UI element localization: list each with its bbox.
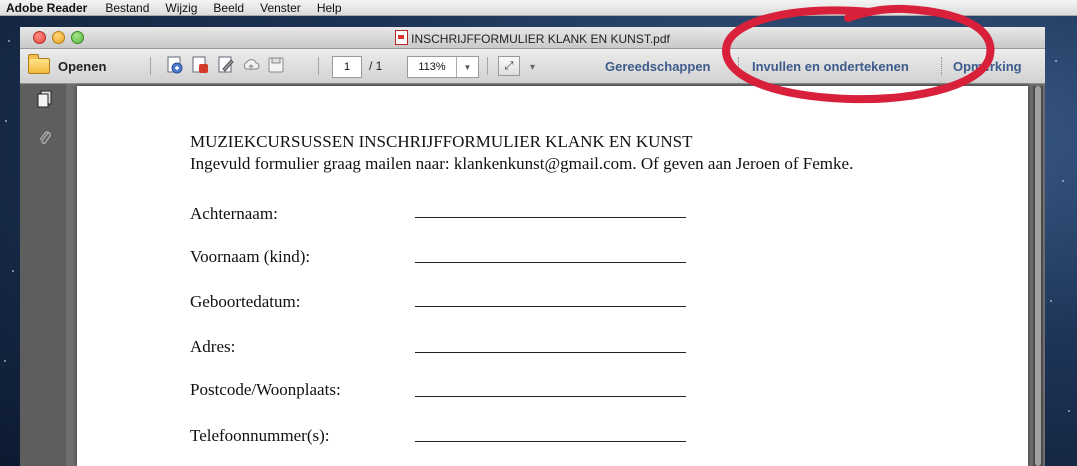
open-label: Openen xyxy=(58,58,107,74)
open-button[interactable]: Openen xyxy=(28,54,107,77)
toolbar-separator xyxy=(738,57,739,75)
create-pdf-icon[interactable] xyxy=(165,55,185,75)
toolbar-separator xyxy=(318,57,319,75)
field-line-voornaam[interactable] xyxy=(415,262,686,263)
toolbar-separator xyxy=(150,57,151,75)
page-total: / 1 xyxy=(369,59,383,73)
toolbar-overflow-icon[interactable]: ▾ xyxy=(530,56,535,78)
export-pdf-icon[interactable] xyxy=(190,55,210,75)
navigation-sidebar xyxy=(20,84,66,466)
fill-and-sign-button[interactable]: Invullen en ondertekenen xyxy=(752,59,909,74)
folder-icon xyxy=(28,54,50,74)
field-label-voornaam: Voornaam (kind): xyxy=(190,247,311,266)
pdf-file-icon xyxy=(395,30,409,45)
menu-bestand[interactable]: Bestand xyxy=(97,1,157,15)
field-label-telefoon: Telefoonnummer(s): xyxy=(190,426,330,445)
vertical-scrollbar[interactable] xyxy=(1033,86,1043,466)
field-line-adres[interactable] xyxy=(415,352,686,353)
menu-help[interactable]: Help xyxy=(309,1,350,15)
field-line-geboortedatum[interactable] xyxy=(415,306,686,307)
toolbar-separator xyxy=(487,57,488,75)
window-title-text: INSCHRIJFFORMULIER KLANK EN KUNST.pdf xyxy=(411,32,670,46)
comment-button[interactable]: Opmerking xyxy=(953,59,1022,74)
field-label-adres: Adres: xyxy=(190,337,236,356)
app-menu[interactable]: Adobe Reader xyxy=(0,1,97,15)
tools-button[interactable]: Gereedschappen xyxy=(605,59,711,74)
field-label-achternaam: Achternaam: xyxy=(190,204,278,223)
document-title: MUZIEKCURSUSSEN INSCHRIJFFORMULIER KLANK… xyxy=(190,132,693,151)
chevron-down-icon[interactable]: ▼ xyxy=(456,57,478,77)
page-thumbnails-icon[interactable] xyxy=(37,90,53,108)
save-icon[interactable] xyxy=(266,55,286,75)
toolbar: Openen 1 / 1 113% ▼ ⤢ ▾ Gereedschappen I… xyxy=(20,49,1045,84)
edit-pdf-icon[interactable] xyxy=(216,55,236,75)
page-number-input[interactable]: 1 xyxy=(332,56,362,78)
field-line-achternaam[interactable] xyxy=(415,217,686,218)
zoom-value: 113% xyxy=(418,61,446,73)
toolbar-separator xyxy=(941,57,942,75)
pdf-page: MUZIEKCURSUSSEN INSCHRIJFFORMULIER KLANK… xyxy=(77,86,1028,466)
field-line-telefoon[interactable] xyxy=(415,441,686,442)
attachments-icon[interactable] xyxy=(37,129,53,147)
menu-beeld[interactable]: Beeld xyxy=(205,1,252,15)
menu-venster[interactable]: Venster xyxy=(252,1,309,15)
fullscreen-icon[interactable]: ⤢ xyxy=(498,56,520,76)
window-titlebar: INSCHRIJFFORMULIER KLANK EN KUNST.pdf xyxy=(20,27,1045,49)
zoom-select[interactable]: 113% ▼ xyxy=(407,56,479,78)
menu-wijzig[interactable]: Wijzig xyxy=(157,1,205,15)
field-line-postcode[interactable] xyxy=(415,396,686,397)
field-label-geboortedatum: Geboortedatum: xyxy=(190,292,301,311)
field-label-postcode: Postcode/Woonplaats: xyxy=(190,380,341,399)
document-instructions: Ingevuld formulier graag mailen naar: kl… xyxy=(190,154,854,173)
scrollbar-thumb[interactable] xyxy=(1035,86,1041,466)
cloud-upload-icon[interactable] xyxy=(241,55,261,75)
window-title: INSCHRIJFFORMULIER KLANK EN KUNST.pdf xyxy=(20,30,1045,46)
menu-bar: Adobe Reader Bestand Wijzig Beeld Venste… xyxy=(0,0,1077,16)
